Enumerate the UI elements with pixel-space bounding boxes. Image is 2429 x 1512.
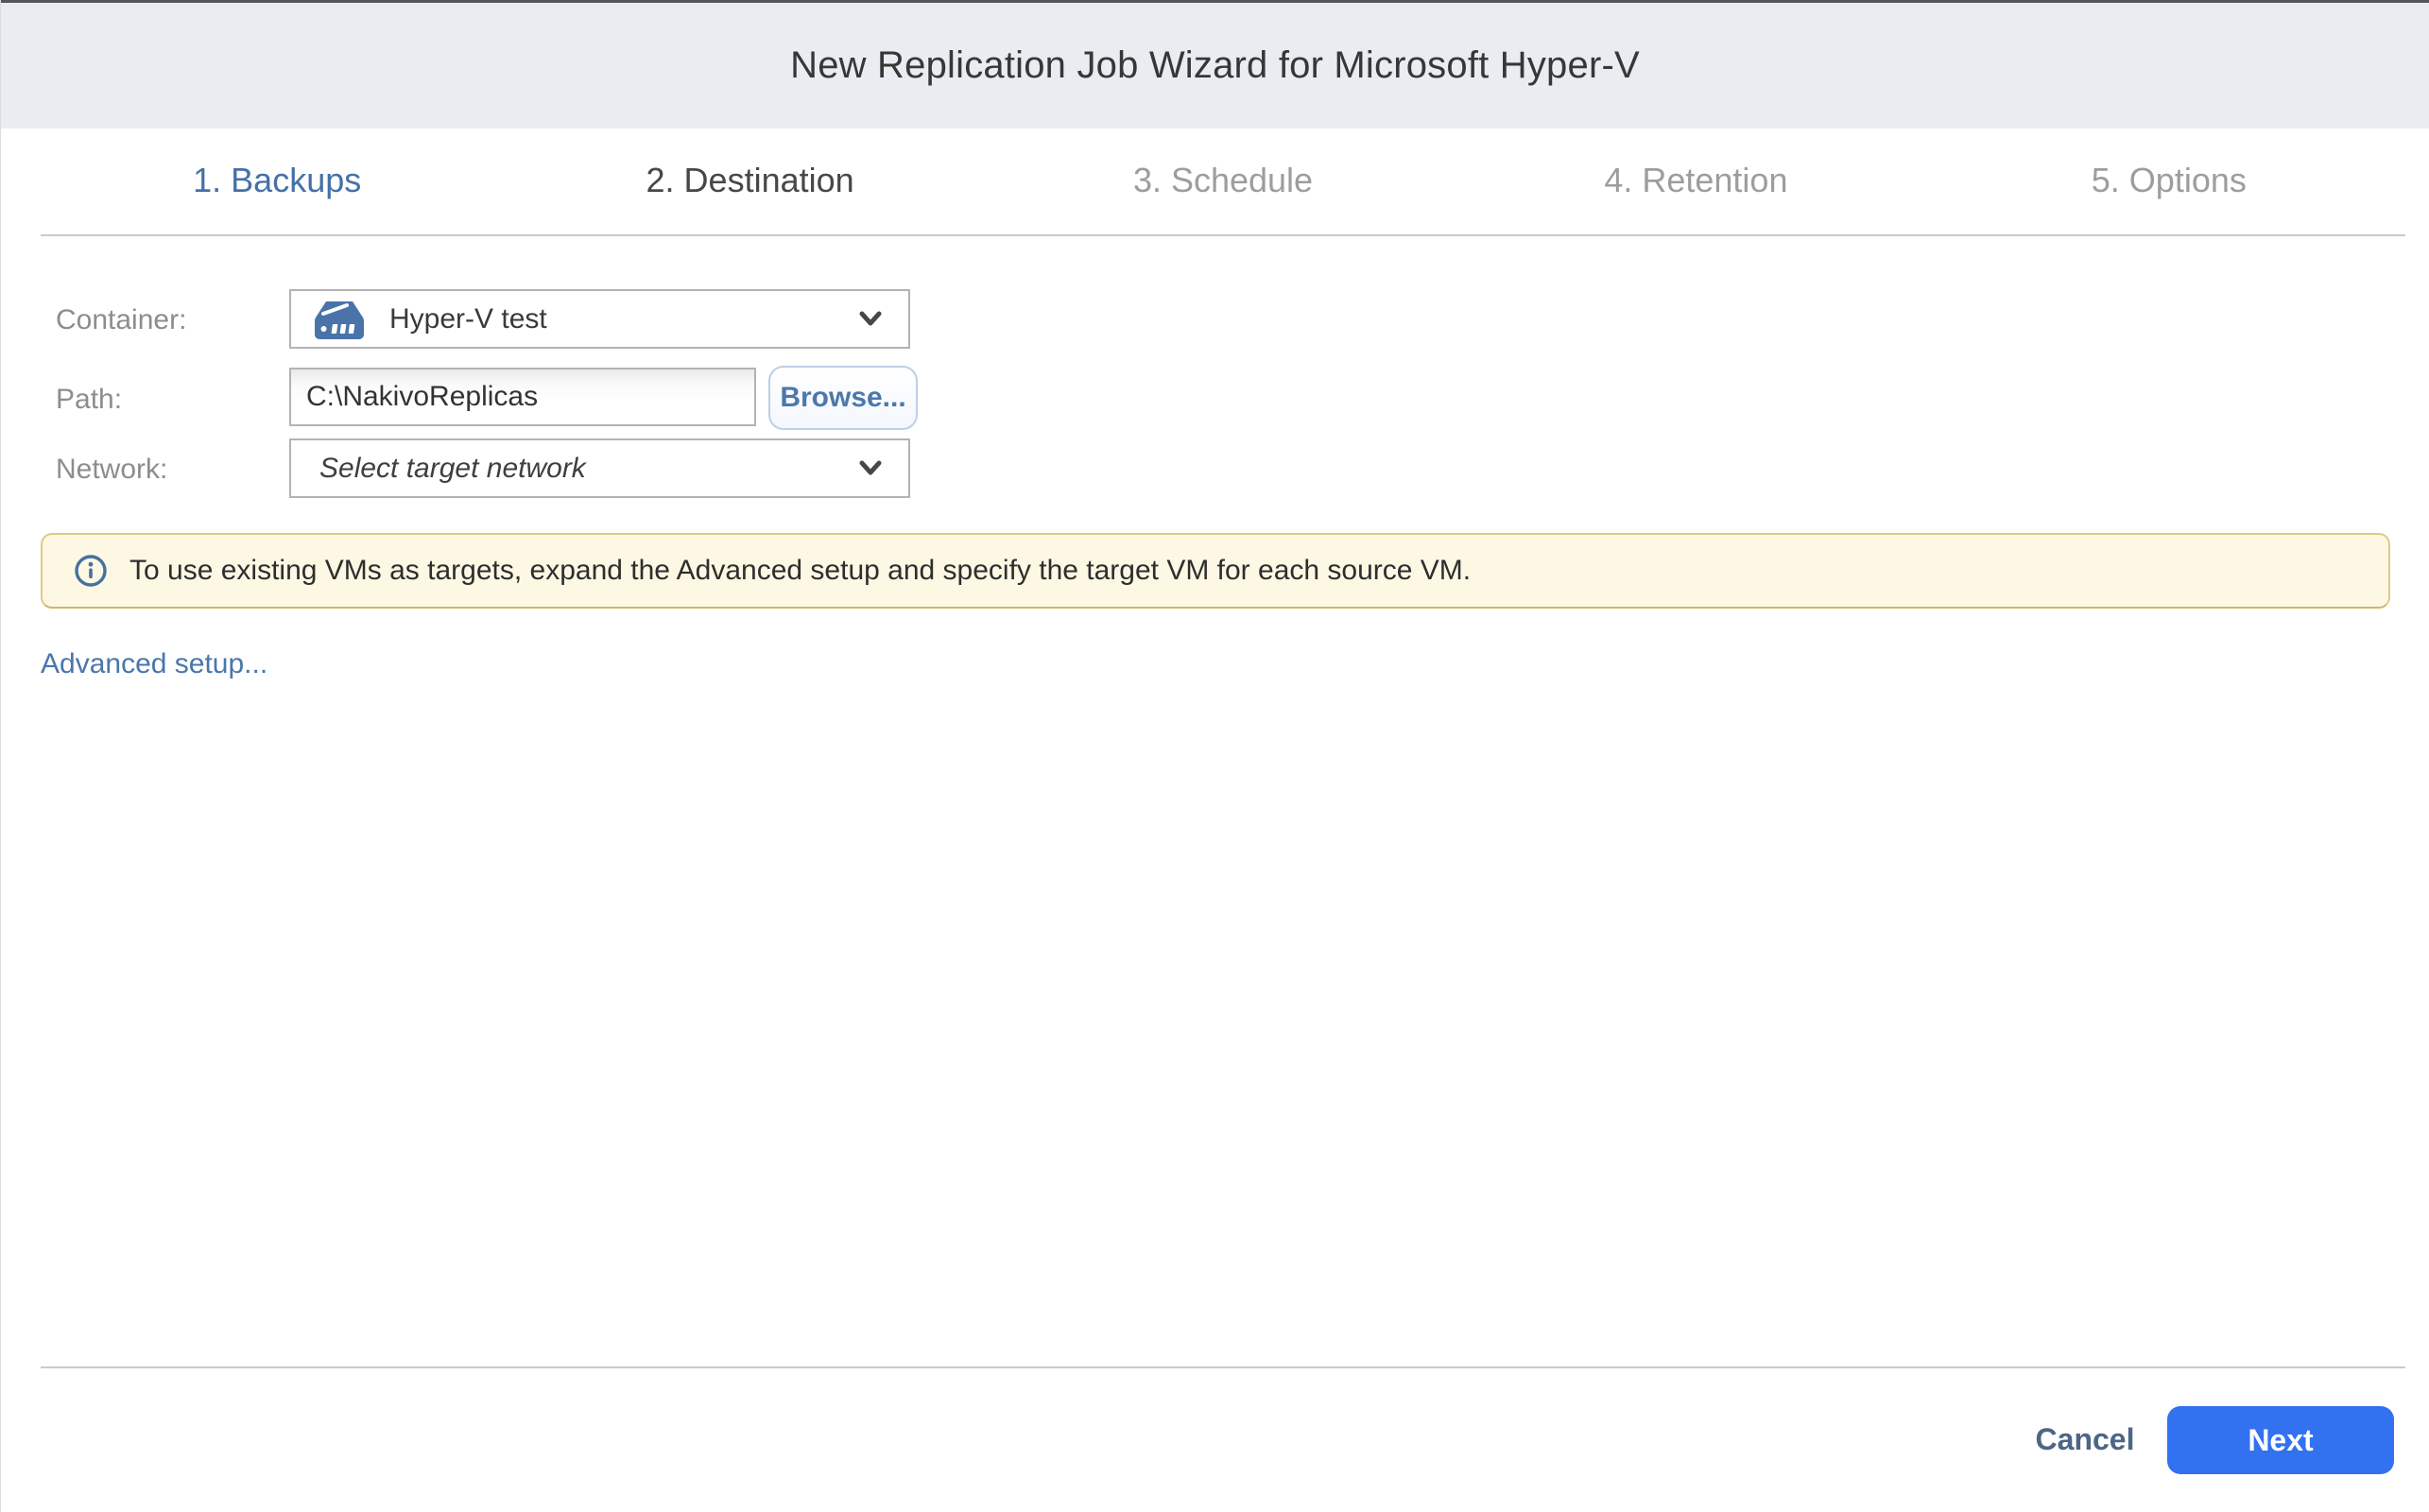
info-banner-text: To use existing VMs as targets, expand t… [129,555,1471,587]
wizard-header: New Replication Job Wizard for Microsoft… [1,3,2429,129]
network-dropdown[interactable]: Select target network [289,438,910,498]
wizard-window: New Replication Job Wizard for Microsoft… [0,0,2429,1512]
footer-divider [41,1366,2405,1368]
next-button[interactable]: Next [2167,1406,2394,1474]
browse-button[interactable]: Browse... [768,366,918,430]
cancel-button[interactable]: Cancel [2014,1422,2156,1457]
wizard-steps-bar: 1. Backups 2. Destination 3. Schedule 4.… [41,129,2405,232]
page-title: New Replication Job Wizard for Microsoft… [790,44,1640,87]
container-label: Container: [56,304,186,336]
network-placeholder: Select target network [319,453,586,485]
hyperv-container-icon [312,297,367,342]
tab-options[interactable]: 5. Options [1933,129,2405,232]
chevron-down-icon [855,309,886,330]
steps-divider [41,234,2405,236]
info-icon [73,553,109,589]
path-label: Path: [56,384,122,416]
tab-backups[interactable]: 1. Backups [41,129,513,232]
tab-destination[interactable]: 2. Destination [513,129,986,232]
advanced-setup-link[interactable]: Advanced setup... [41,648,267,680]
network-label: Network: [56,454,167,486]
container-dropdown[interactable]: Hyper-V test [289,289,910,349]
tab-schedule[interactable]: 3. Schedule [987,129,1459,232]
tab-retention[interactable]: 4. Retention [1459,129,1932,232]
container-value: Hyper-V test [389,303,547,335]
chevron-down-icon [855,458,886,479]
path-input[interactable] [289,368,756,426]
info-banner: To use existing VMs as targets, expand t… [41,533,2390,609]
